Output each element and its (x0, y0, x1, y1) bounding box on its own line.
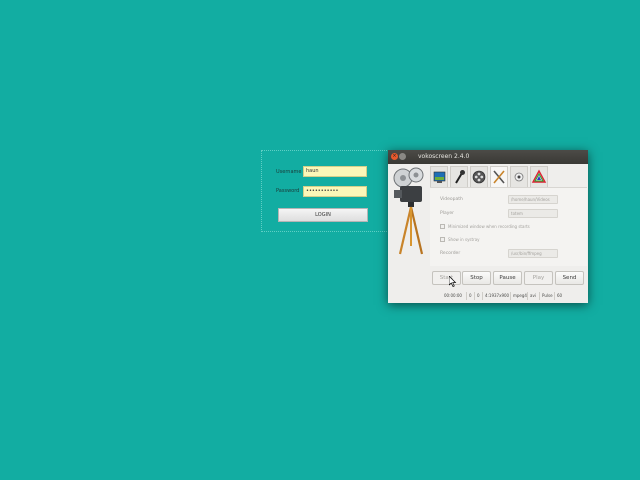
login-button[interactable]: LOGIN (278, 208, 368, 222)
minimize-checkbox[interactable] (440, 224, 445, 229)
password-field[interactable]: ••••••••••• (303, 186, 367, 197)
status-frames-a: 0 (466, 292, 472, 300)
webcam-icon (514, 172, 524, 182)
color-triangle-icon (531, 169, 547, 183)
title-bar[interactable]: × vokoscreen 2.4.0 (388, 150, 588, 164)
vokoscreen-window: × vokoscreen 2.4.0 Videopath /home/haun/… (388, 150, 588, 303)
tab-webcam[interactable] (510, 166, 528, 187)
player-label: Player (440, 211, 455, 216)
close-button[interactable]: × (391, 153, 398, 160)
send-button[interactable]: Send (555, 271, 584, 285)
tab-settings[interactable] (490, 166, 508, 188)
systray-checkbox[interactable] (440, 237, 445, 242)
recorder-select[interactable]: /usr/bin/ffmpeg (508, 249, 558, 258)
status-bar: 00:00:00 0 0 4:1937x900 mpeg4 avi Pulse … (440, 291, 588, 301)
film-reel-icon (472, 170, 486, 184)
mouse-pointer-icon (449, 276, 457, 287)
login-panel: Username haun Password ••••••••••• LOGIN (261, 150, 389, 232)
status-fps: 60 (554, 292, 562, 300)
videopath-field[interactable]: /home/haun/Videos (508, 195, 558, 204)
tools-icon (493, 170, 505, 184)
status-codec: mpeg4 (510, 292, 527, 300)
status-resolution: 4:1937x900 (482, 292, 509, 300)
stop-button[interactable]: Stop (462, 271, 491, 285)
tab-video[interactable] (470, 166, 488, 187)
tab-screen[interactable] (430, 166, 448, 187)
status-audio: Pulse (539, 292, 553, 300)
status-time: 00:00:00 (444, 293, 462, 298)
systray-checkbox-label: Show in systray (448, 237, 480, 242)
settings-pane: Videopath /home/haun/Videos Player totem… (430, 187, 587, 266)
tab-bar (430, 166, 580, 188)
pause-button[interactable]: Pause (493, 271, 522, 285)
screen-icon (433, 171, 446, 183)
password-label: Password (276, 188, 300, 194)
tab-audio[interactable] (450, 166, 468, 187)
username-label: Username (276, 169, 302, 175)
play-button[interactable]: Play (524, 271, 553, 285)
tab-colors[interactable] (530, 166, 548, 187)
window-title: vokoscreen 2.4.0 (418, 153, 470, 160)
minimize-checkbox-label: Minimized window when recording starts (448, 224, 530, 229)
status-frames-b: 0 (474, 292, 480, 300)
status-format: avi (527, 292, 536, 300)
player-select[interactable]: totem (508, 209, 558, 218)
microphone-icon (455, 170, 465, 184)
camera-tripod-icon (393, 167, 424, 255)
recorder-label: Recorder (440, 251, 461, 256)
videopath-label: Videopath (440, 197, 463, 202)
minimize-button[interactable] (399, 153, 406, 160)
username-field[interactable]: haun (303, 166, 367, 177)
